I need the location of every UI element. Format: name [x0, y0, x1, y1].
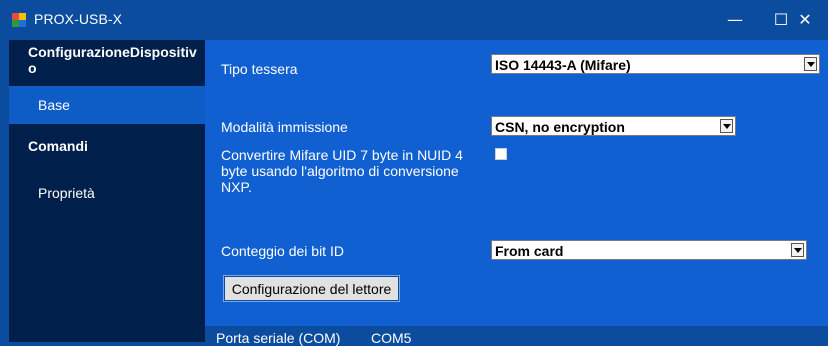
id-bit-count-value: From card — [495, 243, 564, 259]
minimize-icon[interactable]: — — [712, 0, 758, 40]
input-mode-label: Modalità immissione — [221, 119, 348, 135]
chevron-down-icon[interactable] — [791, 243, 804, 257]
sidebar-item-proprieta[interactable]: Proprietà — [9, 185, 205, 205]
close-icon[interactable]: ✕ — [782, 0, 828, 40]
app-icon — [12, 13, 26, 27]
card-type-select[interactable]: ISO 14443-A (Mifare) — [491, 54, 820, 74]
serial-port-value: COM5 — [371, 330, 412, 346]
card-type-value: ISO 14443-A (Mifare) — [495, 57, 631, 73]
id-bit-count-select[interactable]: From card — [491, 240, 807, 260]
input-mode-select[interactable]: CSN, no encryption — [491, 116, 736, 136]
convert-uid-label: Convertire Mifare UID 7 byte in NUID 4 b… — [221, 147, 463, 195]
id-bit-count-label: Conteggio dei bit ID — [221, 243, 344, 259]
card-type-label: Tipo tessera — [221, 61, 298, 77]
input-mode-value: CSN, no encryption — [495, 119, 625, 135]
convert-uid-checkbox[interactable] — [495, 148, 507, 160]
configure-reader-button[interactable]: Configurazione del lettore — [224, 276, 399, 301]
sidebar: ConfigurazioneDispositivo Base Comandi P… — [9, 40, 205, 342]
serial-port-label: Porta seriale (COM) — [216, 330, 341, 346]
sidebar-item-configurazione-dispositivo[interactable]: ConfigurazioneDispositivo — [9, 44, 205, 84]
chevron-down-icon[interactable] — [804, 57, 817, 71]
title-bar: PROX-USB-X — ☐ ✕ — [0, 0, 828, 40]
sidebar-item-comandi[interactable]: Comandi — [9, 138, 205, 158]
sidebar-item-base[interactable]: Base — [9, 86, 205, 124]
chevron-down-icon[interactable] — [720, 119, 733, 133]
window-title: PROX-USB-X — [34, 11, 123, 27]
